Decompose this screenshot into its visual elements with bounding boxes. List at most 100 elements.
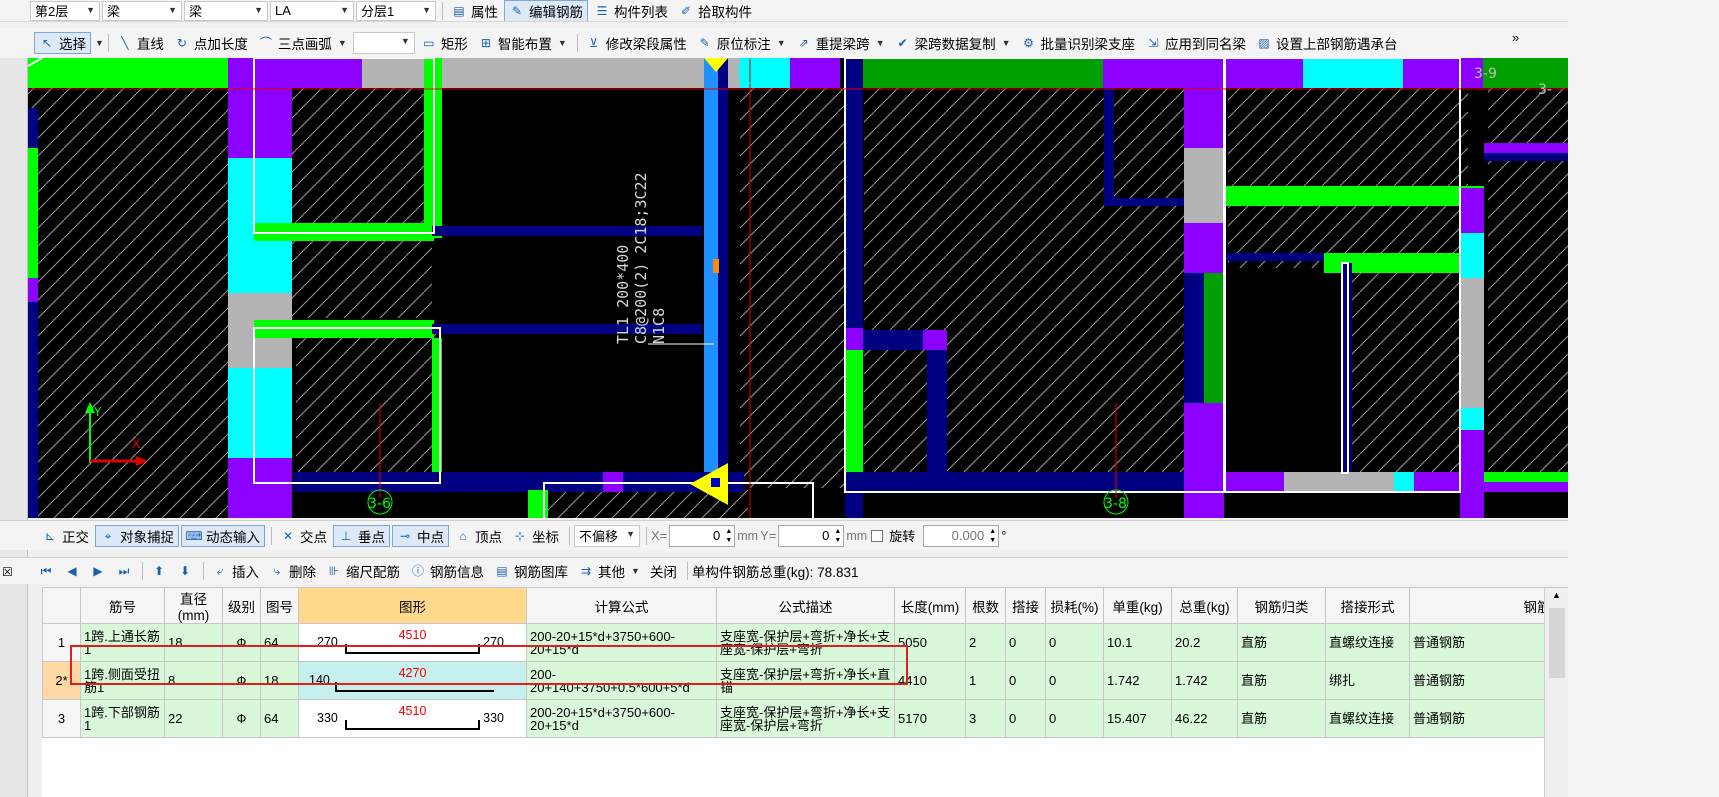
cell-shape[interactable]: 140 4270: [298, 661, 527, 700]
cell-length[interactable]: 4410: [894, 661, 966, 700]
cell-unit-weight[interactable]: 1.742: [1103, 661, 1172, 700]
point-length-button[interactable]: ↻ 点加长度: [170, 32, 252, 54]
column-header[interactable]: 级别: [222, 587, 261, 624]
cell-bar-name[interactable]: 1跨.下部钢筋1: [80, 699, 165, 738]
rebar-library-button[interactable]: ▤ 钢筋图库: [490, 560, 572, 582]
cell-shape[interactable]: 330 4510 330: [298, 699, 527, 738]
cell-lap[interactable]: 0: [1005, 623, 1046, 662]
delete-button[interactable]: ⤷ 删除: [265, 560, 320, 582]
column-header[interactable]: 筋号: [80, 587, 165, 624]
cell-count[interactable]: 1: [965, 661, 1006, 700]
cell-category[interactable]: 直筋: [1237, 661, 1326, 700]
cell-category[interactable]: 直筋: [1237, 699, 1326, 738]
pick-component-button[interactable]: ✐ 拾取构件: [674, 0, 756, 21]
cell-length[interactable]: 5170: [894, 699, 966, 738]
apply-same-button[interactable]: ⇲ 应用到同名梁: [1141, 32, 1250, 54]
cell-unit-weight[interactable]: 15.407: [1103, 699, 1172, 738]
select-button[interactable]: ↖ 选择: [34, 32, 91, 54]
cell-bar-name[interactable]: 1跨.侧面受扭筋1: [80, 661, 165, 700]
cell-lap[interactable]: 0: [1005, 699, 1046, 738]
cell-diameter[interactable]: 18: [164, 623, 223, 662]
floor-dropdown[interactable]: 第2层 ▼: [30, 0, 100, 21]
dynamic-input-button[interactable]: ⌨ 动态输入: [181, 524, 265, 547]
y-coordinate-input[interactable]: 0 ▲ ▼: [778, 524, 845, 547]
rectangle-button[interactable]: ▭ 矩形: [417, 32, 472, 54]
arc-options-dropdown[interactable]: ▼: [352, 32, 415, 54]
cell-grade[interactable]: Ф: [222, 699, 261, 738]
column-header[interactable]: 总重(kg): [1171, 587, 1238, 624]
column-header[interactable]: 图号: [260, 587, 299, 624]
line-button[interactable]: ╲ 直线: [113, 32, 168, 54]
cell-lap-type[interactable]: 绑扎: [1325, 661, 1410, 700]
other-button[interactable]: ⇉ 其他 ▼: [574, 560, 644, 582]
cell-bar-name[interactable]: 1跨.上通长筋1: [80, 623, 165, 662]
cell-lap-type[interactable]: 直螺纹连接: [1325, 623, 1410, 662]
cell-figure-no[interactable]: 64: [260, 623, 299, 662]
cell-formula-description[interactable]: 支座宽-保护层+弯折+净长+支座宽-保护层+弯折: [716, 699, 895, 738]
column-header[interactable]: 钢筋归类: [1237, 587, 1326, 624]
intersection-button[interactable]: ✕ 交点: [276, 525, 331, 547]
column-header-shape[interactable]: 图形: [298, 587, 527, 624]
cell-grade[interactable]: Ф: [222, 623, 261, 662]
cell-diameter[interactable]: 22: [164, 699, 223, 738]
cell-lap[interactable]: 0: [1005, 661, 1046, 700]
cell-formula-description[interactable]: 支座宽-保护层+弯折+净长+支座宽-保护层+弯折: [716, 623, 895, 662]
x-coordinate-input[interactable]: 0 ▲ ▼: [669, 524, 736, 547]
cell-total-weight[interactable]: 46.22: [1171, 699, 1238, 738]
cell-unit-weight[interactable]: 10.1: [1103, 623, 1172, 662]
column-header[interactable]: 计算公式: [526, 587, 717, 624]
cell-total-weight[interactable]: 20.2: [1171, 623, 1238, 662]
midpoint-button[interactable]: ⊸ 中点: [392, 524, 449, 547]
column-header[interactable]: 公式描述: [716, 587, 895, 624]
rebar-info-button[interactable]: ⓘ 钢筋信息: [406, 560, 488, 582]
component-list-button[interactable]: ☰ 构件列表: [590, 0, 672, 21]
move-down-button[interactable]: ⬇: [173, 560, 197, 582]
modify-span-button[interactable]: ⊻ 修改梁段属性: [582, 32, 691, 54]
offset-dropdown[interactable]: 不偏移 ▼: [574, 524, 640, 547]
cell-loss[interactable]: 0: [1045, 699, 1104, 738]
prev-record-button[interactable]: ◀: [60, 560, 84, 582]
cell-loss[interactable]: 0: [1045, 623, 1104, 662]
column-header[interactable]: 长度(mm): [894, 587, 966, 624]
object-snap-button[interactable]: ⌖ 对象捕捉: [95, 524, 179, 547]
rotate-checkbox[interactable]: [871, 529, 884, 542]
scroll-up-icon[interactable]: ▲: [1552, 590, 1561, 600]
rotate-angle-input[interactable]: 0.000 ▲ ▼: [923, 524, 1000, 547]
cell-count[interactable]: 3: [965, 699, 1006, 738]
last-record-button[interactable]: ⏭: [112, 560, 136, 582]
cell-shape[interactable]: 270 4510 270: [298, 623, 527, 662]
close-panel-icon[interactable]: ☒: [2, 565, 13, 579]
component-name-dropdown[interactable]: LA ▼: [270, 0, 354, 21]
close-button[interactable]: 关闭: [646, 560, 681, 582]
cell-loss[interactable]: 0: [1045, 661, 1104, 700]
category-dropdown[interactable]: 梁 ▼: [102, 0, 182, 21]
cell-diameter[interactable]: 8: [164, 661, 223, 700]
cell-length[interactable]: 5050: [894, 623, 966, 662]
cell-figure-no[interactable]: 18: [260, 661, 299, 700]
cell-count[interactable]: 2: [965, 623, 1006, 662]
cell-total-weight[interactable]: 1.742: [1171, 661, 1238, 700]
column-header[interactable]: 直径(mm): [164, 587, 223, 624]
insert-button[interactable]: ⤶ 插入: [208, 560, 263, 582]
batch-support-button[interactable]: ⚙ 批量识别梁支座: [1017, 32, 1140, 54]
properties-button[interactable]: ▤ 属性: [447, 0, 502, 21]
table-row[interactable]: 1 1跨.上通长筋1 18 Ф 64 270 4510 270 200-20+1…: [42, 623, 1692, 662]
cell-grade[interactable]: Ф: [222, 661, 261, 700]
column-header[interactable]: 单重(kg): [1103, 587, 1172, 624]
column-header[interactable]: 根数: [965, 587, 1006, 624]
column-header[interactable]: 搭接形式: [1325, 587, 1410, 624]
first-record-button[interactable]: ⏮: [34, 560, 58, 582]
move-up-button[interactable]: ⬆: [147, 560, 171, 582]
in-situ-annotation-button[interactable]: ✎ 原位标注 ▼: [693, 32, 790, 54]
cell-formula[interactable]: 200-20+15*d+3750+600-20+15*d: [526, 699, 717, 738]
cell-lap-type[interactable]: 直螺纹连接: [1325, 699, 1410, 738]
cell-formula[interactable]: 200-20+140+3750+0.5*600+5*d: [526, 661, 717, 700]
relift-span-button[interactable]: ⇗ 重提梁跨 ▼: [792, 32, 889, 54]
chevron-down-icon[interactable]: ▼: [95, 38, 104, 48]
layer-dropdown[interactable]: 分层1 ▼: [356, 0, 436, 21]
cell-formula[interactable]: 200-20+15*d+3750+600-20+15*d: [526, 623, 717, 662]
spinner-icon[interactable]: ▲ ▼: [834, 527, 841, 545]
column-header[interactable]: 搭接: [1005, 587, 1046, 624]
scale-rebar-button[interactable]: ⊪ 缩尺配筋: [322, 560, 404, 582]
table-scrollbar[interactable]: ▲: [1544, 588, 1568, 797]
